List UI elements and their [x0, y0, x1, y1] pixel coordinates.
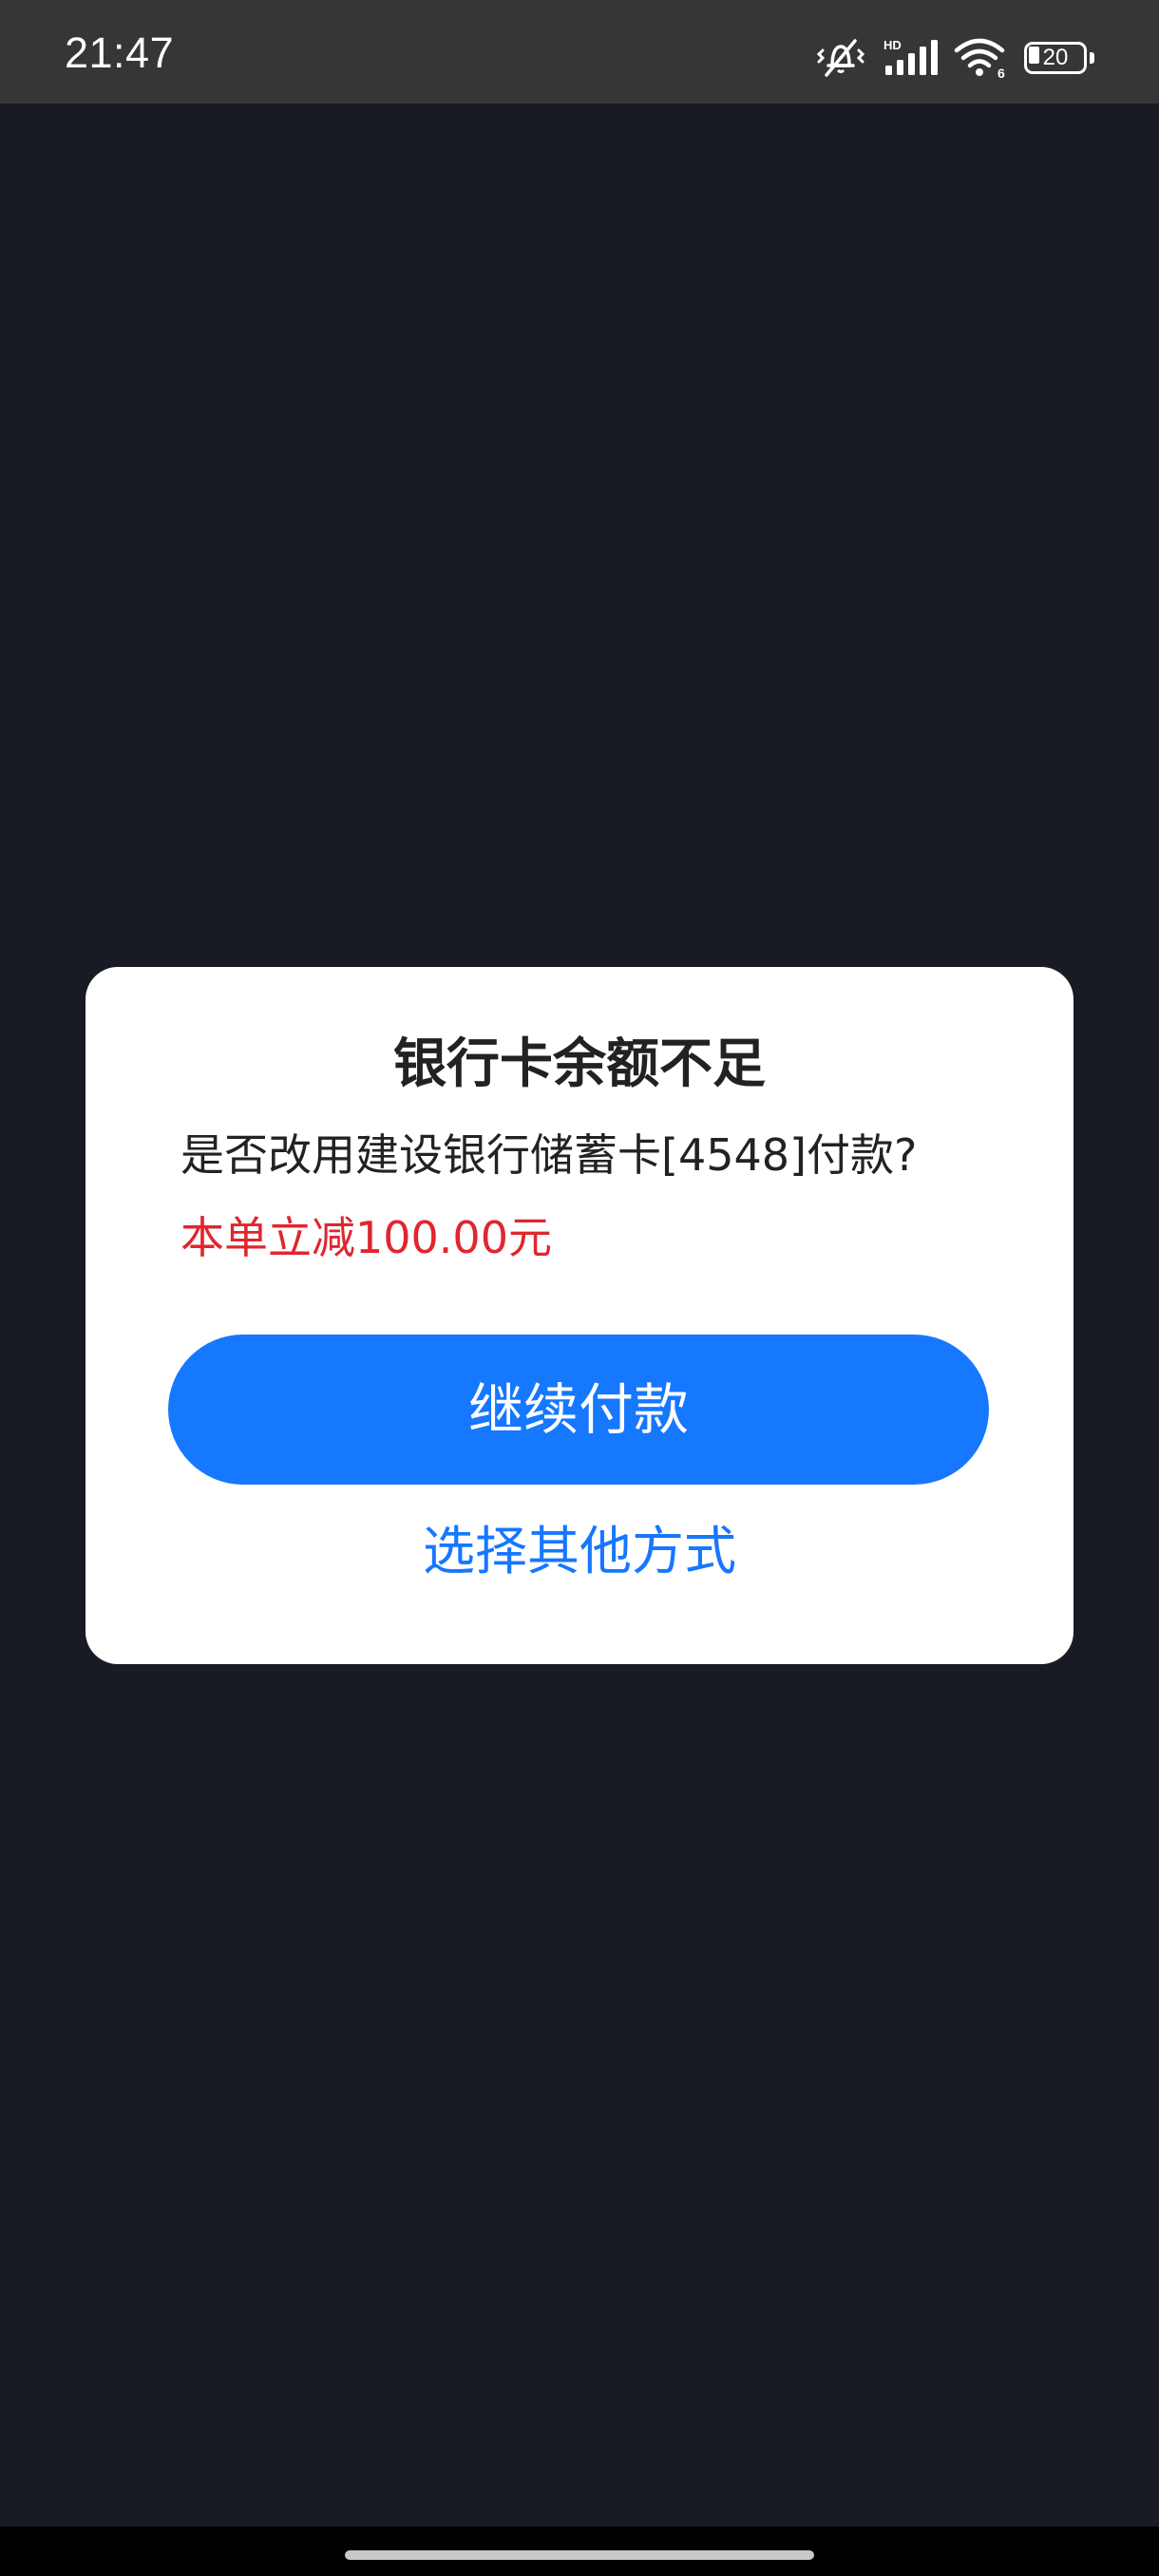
insufficient-balance-dialog: 银行卡余额不足 是否改用建设银行储蓄卡[4548]付款? 本单立减100.00元… [86, 967, 1074, 1664]
dialog-message: 是否改用建设银行储蓄卡[4548]付款? [180, 1129, 918, 1181]
wifi-6-icon: 6 [954, 37, 1009, 79]
continue-payment-button[interactable]: 继续付款 [168, 1335, 989, 1485]
wifi-label: 6 [998, 66, 1005, 79]
mute-vibrate-icon [815, 37, 866, 79]
status-time: 21:47 [65, 28, 175, 77]
hd-signal-icon: HD [882, 37, 939, 79]
status-icons: HD 6 20 [815, 36, 1094, 80]
home-indicator[interactable] [345, 2550, 814, 2560]
battery-level: 20 [1042, 45, 1069, 70]
battery-icon: 20 [1024, 42, 1094, 74]
choose-other-method-link[interactable]: 选择其他方式 [86, 1518, 1074, 1584]
hd-label: HD [884, 38, 902, 52]
status-bar: 21:47 HD 6 20 [0, 0, 1159, 104]
discount-text: 本单立减100.00元 [180, 1212, 552, 1263]
dialog-title: 银行卡余额不足 [393, 1033, 766, 1095]
navigation-bar [0, 2527, 1159, 2576]
